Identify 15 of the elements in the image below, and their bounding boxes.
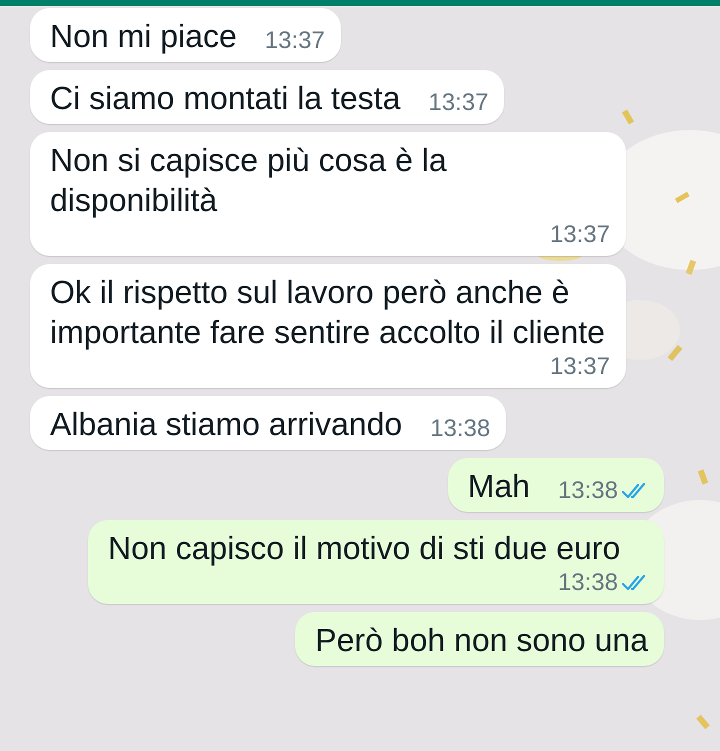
message-text: Ok il rispetto sul lavoro però anche è importante fare sentire accolto il cliente [50, 273, 606, 352]
message-time: 13:37 [264, 26, 325, 56]
message-text: Mah [468, 467, 530, 506]
message-text: Albania stiamo arrivando [50, 405, 402, 444]
message-time: 13:38 [558, 476, 618, 506]
message-time: 13:38 [430, 414, 490, 444]
message-time: 13:37 [550, 352, 610, 382]
message-text: Non capisco il motivo di sti due euro [108, 529, 620, 568]
message-text: Ci siamo montati la testa [50, 79, 400, 118]
message-time: 13:38 [558, 568, 618, 598]
message-text: Non si capisce più cosa è la disponibilità [50, 141, 448, 220]
message-text: Non mi piace [50, 17, 237, 56]
message-time: 13:37 [428, 88, 488, 118]
message-time: 13:37 [550, 220, 610, 250]
message-text: Però boh non sono una [315, 621, 648, 660]
